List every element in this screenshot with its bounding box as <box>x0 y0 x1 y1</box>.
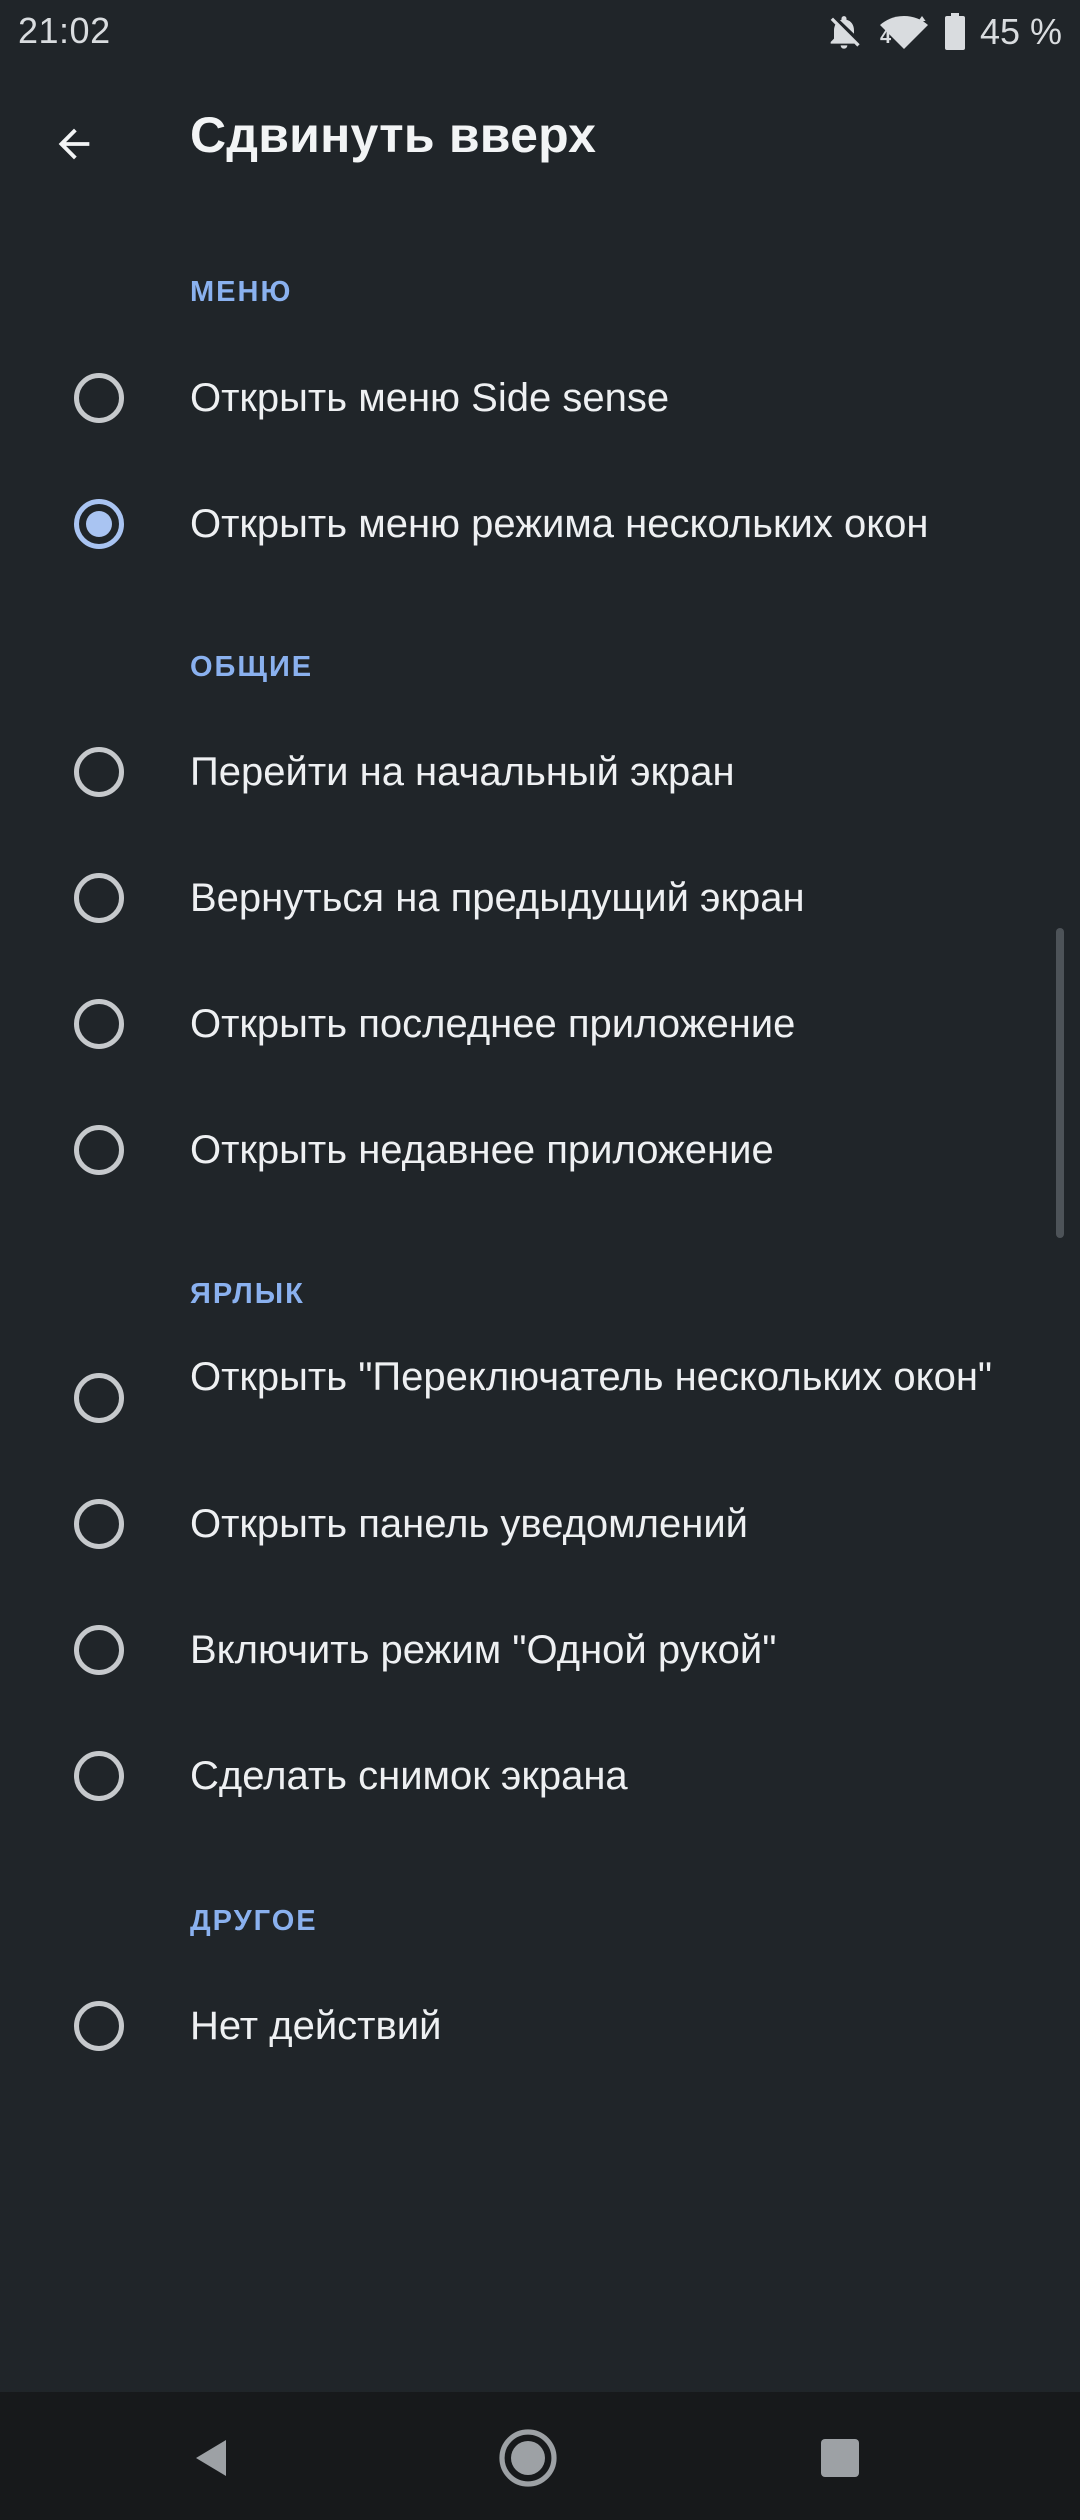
option-label: Открыть последнее приложение <box>190 1002 796 1046</box>
option-label: Включить режим "Одной рукой" <box>190 1628 777 1672</box>
nav-recents-button[interactable] <box>792 2412 888 2508</box>
option-open-notification-panel[interactable]: Открыть панель уведомлений <box>0 1472 1060 1576</box>
radio-button[interactable] <box>74 1751 124 1801</box>
option-no-action[interactable]: Нет действий <box>0 1974 1060 2078</box>
radio-button[interactable] <box>74 1499 124 1549</box>
option-label: Вернуться на предыдущий экран <box>190 876 805 920</box>
option-open-multiwindow-menu[interactable]: Открыть меню режима нескольких окон <box>0 472 1060 576</box>
battery-icon <box>944 13 966 51</box>
status-bar: 21:02 4 45 % <box>0 0 1080 66</box>
nav-back-button[interactable] <box>164 2412 260 2508</box>
app-bar: Сдвинуть вверх <box>0 66 1080 212</box>
radio-button[interactable] <box>74 873 124 923</box>
wifi-icon: 4 <box>878 12 930 52</box>
option-open-side-sense-menu[interactable]: Открыть меню Side sense <box>0 346 1060 450</box>
option-open-recent-app[interactable]: Открыть недавнее приложение <box>0 1098 1060 1202</box>
option-open-multiwindow-switcher[interactable]: Открыть "Переключатель нескольких окон" <box>0 1346 1060 1450</box>
nav-home-icon <box>498 2428 558 2493</box>
radio-button[interactable] <box>74 2001 124 2051</box>
nav-back-icon <box>190 2436 234 2485</box>
option-label: Открыть недавнее приложение <box>190 1128 774 1172</box>
arrow-back-icon <box>51 121 97 172</box>
option-label: Сделать снимок экрана <box>190 1754 628 1798</box>
option-go-home[interactable]: Перейти на начальный экран <box>0 720 1060 824</box>
scrollbar-thumb[interactable] <box>1056 928 1064 1238</box>
option-take-screenshot[interactable]: Сделать снимок экрана <box>0 1724 1060 1828</box>
option-label: Открыть панель уведомлений <box>190 1502 749 1546</box>
option-label: Открыть меню режима нескольких окон <box>190 502 929 546</box>
radio-button[interactable] <box>74 999 124 1049</box>
page-title: Сдвинуть вверх <box>190 107 597 163</box>
section-header-other: ДРУГОЕ <box>190 1905 318 1937</box>
option-label: Открыть "Переключатель нескольких окон" <box>190 1355 993 1399</box>
status-icons: 4 45 % <box>824 8 1062 56</box>
nav-recents-icon <box>819 2437 861 2484</box>
option-open-last-app[interactable]: Открыть последнее приложение <box>0 972 1060 1076</box>
section-header-shortcut: ЯРЛЫК <box>190 1278 305 1310</box>
back-button[interactable] <box>34 106 114 186</box>
radio-button[interactable] <box>74 373 124 423</box>
section-header-menu: МЕНЮ <box>190 276 293 308</box>
option-label: Перейти на начальный экран <box>190 750 735 794</box>
status-time: 21:02 <box>18 10 111 51</box>
battery-percent: 45 % <box>979 11 1062 52</box>
navigation-bar <box>0 2392 1080 2520</box>
radio-button[interactable] <box>74 1373 124 1423</box>
radio-button-selected[interactable] <box>74 499 124 549</box>
network-type-label: 4 <box>879 26 892 48</box>
nav-home-button[interactable] <box>480 2412 576 2508</box>
notifications-off-icon <box>824 12 864 52</box>
option-label: Открыть меню Side sense <box>190 376 670 420</box>
radio-button[interactable] <box>74 1125 124 1175</box>
section-header-general: ОБЩИЕ <box>190 651 314 683</box>
radio-button[interactable] <box>74 1625 124 1675</box>
radio-button[interactable] <box>74 747 124 797</box>
option-go-back[interactable]: Вернуться на предыдущий экран <box>0 846 1060 950</box>
option-label: Нет действий <box>190 2004 442 2048</box>
option-one-handed-mode[interactable]: Включить режим "Одной рукой" <box>0 1598 1060 1702</box>
